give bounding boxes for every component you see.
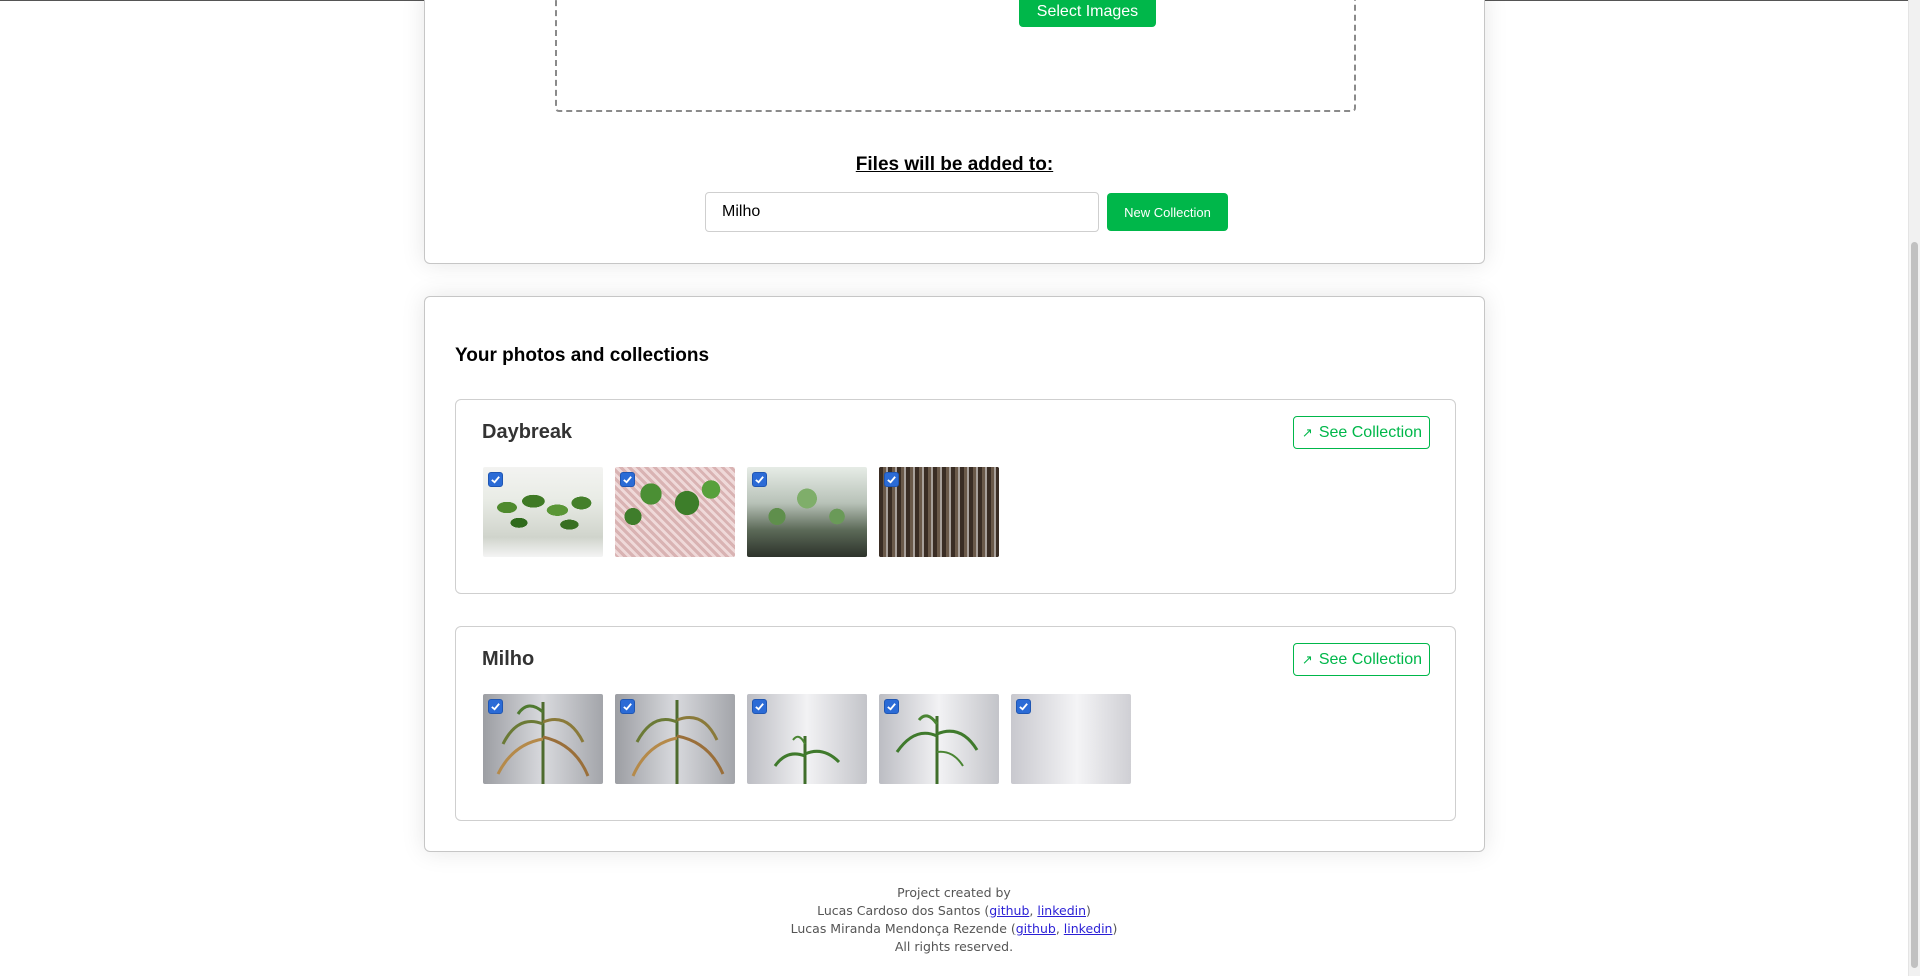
photo-thumbnail[interactable] (879, 694, 999, 784)
github-link[interactable]: github (989, 903, 1029, 918)
photo-grid (483, 467, 999, 557)
photo-checkbox[interactable] (620, 699, 635, 714)
photos-card: Your photos and collections Daybreak ↗ S… (424, 296, 1485, 852)
photo-thumbnail[interactable] (615, 467, 735, 557)
photo-checkbox[interactable] (752, 699, 767, 714)
photo-thumbnail[interactable] (747, 467, 867, 557)
photo-thumbnail[interactable] (615, 694, 735, 784)
linkedin-link[interactable]: linkedin (1064, 921, 1113, 936)
see-collection-label: See Collection (1318, 650, 1422, 668)
footer-rights: All rights reserved. (894, 939, 1014, 954)
photo-thumbnail[interactable] (747, 694, 867, 784)
footer-author-2: Lucas Miranda Mendonça Rezende (github, … (790, 921, 1118, 936)
photo-grid (483, 694, 1131, 784)
photos-section-title: Your photos and collections (455, 345, 710, 366)
check-icon (887, 476, 896, 484)
github-link[interactable]: github (1016, 921, 1056, 936)
vertical-scrollbar[interactable] (1908, 0, 1920, 976)
photo-thumbnail[interactable] (1011, 694, 1131, 784)
check-icon (491, 476, 500, 484)
check-icon (623, 703, 632, 711)
check-icon (1019, 703, 1028, 711)
collection-milho: Milho ↗ See Collection (455, 626, 1456, 821)
upload-card: Select Images Files will be added to: Mi… (424, 0, 1485, 264)
photo-checkbox[interactable] (488, 472, 503, 487)
check-icon (491, 703, 500, 711)
footer-created-by: Project created by (897, 885, 1011, 900)
photo-checkbox[interactable] (620, 472, 635, 487)
photo-thumbnail[interactable] (483, 467, 603, 557)
select-images-button[interactable]: Select Images (1019, 0, 1156, 27)
check-icon (755, 703, 764, 711)
photo-thumbnail[interactable] (879, 467, 999, 557)
drop-zone[interactable]: Select Images (555, 0, 1356, 112)
files-added-to-heading: Files will be added to: (855, 154, 1054, 175)
see-collection-button[interactable]: ↗ See Collection (1292, 643, 1430, 676)
author-name: Lucas Miranda Mendonça Rezende (790, 921, 1007, 936)
photo-checkbox[interactable] (884, 472, 899, 487)
external-arrow-icon: ↗ (1301, 652, 1313, 667)
photo-thumbnail[interactable] (483, 694, 603, 784)
collection-name: Milho (482, 648, 535, 670)
footer-author-1: Lucas Cardoso dos Santos (github, linked… (817, 903, 1091, 918)
see-collection-label: See Collection (1318, 423, 1422, 441)
check-icon (887, 703, 896, 711)
scrollbar-thumb[interactable] (1911, 242, 1918, 968)
collection-select[interactable]: Milho (705, 192, 1099, 232)
linkedin-link[interactable]: linkedin (1037, 903, 1086, 918)
photo-checkbox[interactable] (884, 699, 899, 714)
footer: Project created by Lucas Cardoso dos San… (0, 884, 1908, 956)
author-name: Lucas Cardoso dos Santos (817, 903, 981, 918)
collection-daybreak: Daybreak ↗ See Collection (455, 399, 1456, 594)
photo-checkbox[interactable] (752, 472, 767, 487)
check-icon (755, 476, 764, 484)
photo-checkbox[interactable] (488, 699, 503, 714)
check-icon (623, 476, 632, 484)
photo-checkbox[interactable] (1016, 699, 1031, 714)
see-collection-button[interactable]: ↗ See Collection (1292, 416, 1430, 449)
new-collection-button[interactable]: New Collection (1107, 193, 1228, 231)
external-arrow-icon: ↗ (1301, 425, 1313, 440)
collection-name: Daybreak (482, 421, 573, 443)
